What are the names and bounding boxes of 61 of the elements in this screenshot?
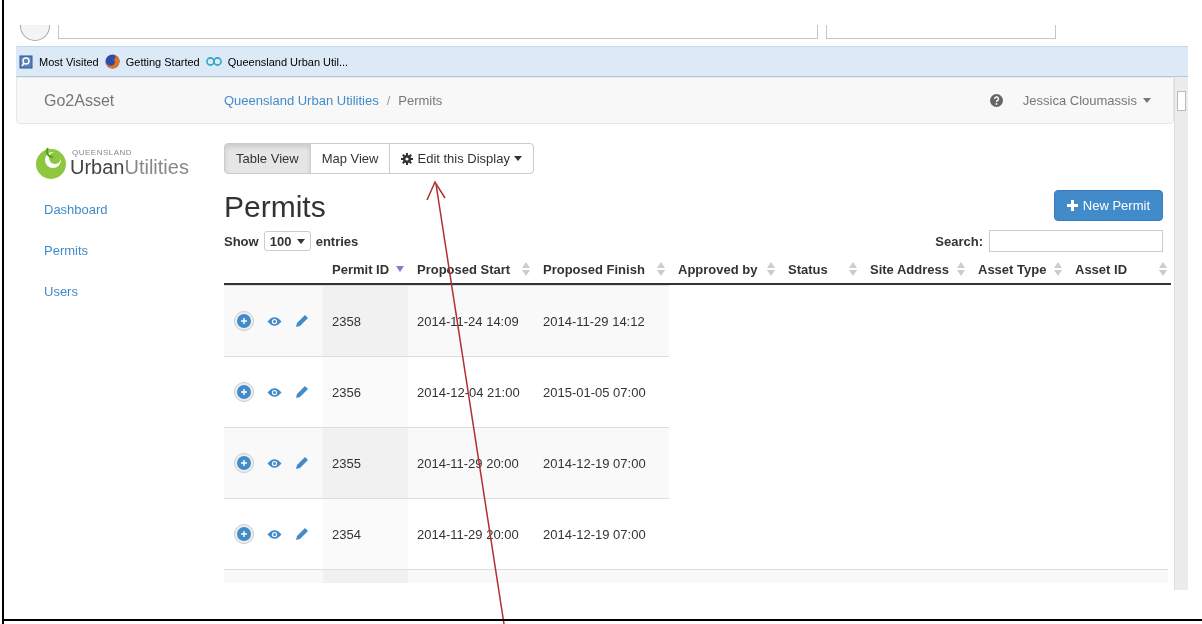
expand-icon[interactable] (234, 311, 254, 331)
logo-icon (34, 146, 68, 180)
column-header[interactable]: Asset Type (969, 261, 1066, 277)
search-field[interactable] (989, 230, 1163, 252)
go-logo-icon (205, 56, 222, 67)
show-label: Show (224, 233, 259, 249)
column-header[interactable]: Site Address (861, 261, 969, 277)
new-permit-button[interactable]: New Permit (1053, 190, 1163, 221)
logo-text: QUEENSLAND UrbanUtilities (70, 149, 189, 177)
table-cell: 2355 (323, 427, 408, 498)
caret-icon (513, 156, 522, 161)
table-cell: 2014-12-19 07:00 (534, 427, 669, 498)
sidebar-link[interactable]: Users (34, 278, 224, 305)
scrollbar[interactable] (1174, 77, 1188, 590)
caret-icon (1143, 98, 1151, 103)
breadcrumb-separator: / (386, 93, 391, 108)
bookmark-link[interactable]: Queensland Urban Util... (227, 55, 349, 68)
bookmarks-icon (19, 54, 33, 69)
column-header[interactable]: Status (779, 261, 861, 277)
eye-icon[interactable] (267, 528, 282, 540)
help-icon[interactable] (989, 94, 1003, 107)
column-header[interactable]: Proposed Finish (534, 261, 669, 277)
eye-icon[interactable] (267, 386, 282, 398)
plus-icon (1066, 200, 1078, 211)
pencil-icon[interactable] (295, 527, 309, 541)
table-cell: 2356 (323, 356, 408, 427)
edit-display-button[interactable]: Edit this Display (389, 143, 534, 174)
pencil-icon[interactable] (295, 456, 309, 470)
table-cell: 2014-11-29 14:12 (534, 285, 669, 356)
sidebar-link[interactable]: Permits (34, 237, 224, 264)
pencil-icon[interactable] (295, 385, 309, 399)
eye-icon[interactable] (267, 457, 282, 469)
firefox-icon (104, 54, 120, 69)
entries-label: entries (315, 233, 359, 249)
page-title: Permits (224, 190, 326, 224)
user-menu[interactable]: Jessica Cloumassis (1022, 93, 1151, 108)
entries-select[interactable]: 100 (263, 231, 311, 251)
browser-search-field[interactable] (826, 25, 1056, 39)
view-tab[interactable]: Table View (224, 143, 311, 174)
pencil-icon[interactable] (295, 314, 309, 328)
expand-icon[interactable] (234, 524, 254, 544)
view-tab[interactable]: Map View (309, 143, 391, 174)
column-header[interactable]: Asset ID (1066, 261, 1171, 277)
table-cell: 2358 (323, 285, 408, 356)
back-button[interactable] (20, 25, 50, 41)
sidebar-link[interactable]: Dashboard (34, 196, 224, 223)
bookmark-link[interactable]: Most Visited (39, 55, 99, 68)
brand-link[interactable]: Go2Asset (44, 91, 224, 110)
address-field[interactable] (58, 25, 818, 39)
column-header[interactable]: Permit ID (323, 261, 408, 277)
breadcrumb-item[interactable]: Queensland Urban Utilities (224, 93, 379, 108)
search-label: Search: (935, 233, 983, 249)
caret-icon (296, 238, 305, 244)
expand-icon[interactable] (234, 382, 254, 402)
column-header[interactable]: Approved by (669, 261, 779, 277)
bookmark-link[interactable]: Getting Started (125, 55, 200, 68)
breadcrumb-item[interactable]: Permits (398, 93, 443, 108)
expand-icon[interactable] (234, 453, 254, 473)
gear-icon (401, 152, 414, 165)
table-cell: 2354 (323, 498, 408, 569)
eye-icon[interactable] (267, 315, 282, 327)
